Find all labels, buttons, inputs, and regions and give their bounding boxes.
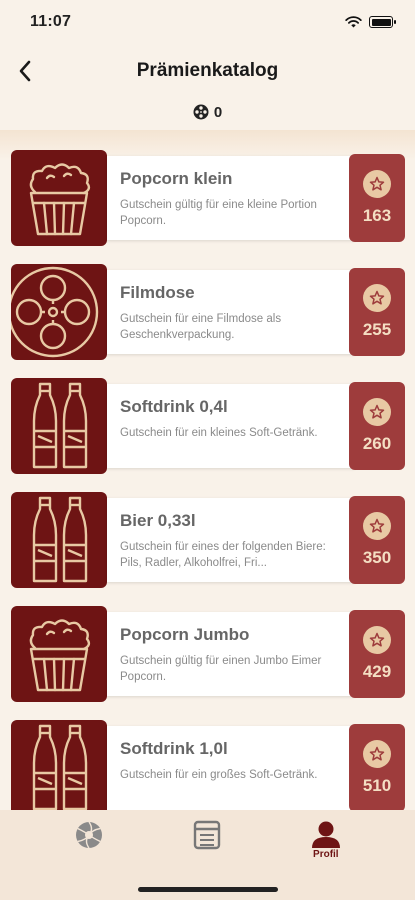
reward-price-badge[interactable]: 163 [349, 154, 405, 242]
star-icon [363, 170, 391, 198]
home-indicator [138, 887, 278, 892]
reward-price: 429 [362, 662, 392, 681]
reward-title: Popcorn klein [120, 169, 233, 188]
reward-price: 163 [362, 206, 392, 225]
list-icon [194, 820, 221, 850]
reward-image [11, 378, 107, 474]
reward-info: Softdrink 0,4l Gutschein für ein kleines… [107, 384, 355, 468]
star-icon [363, 284, 391, 312]
reward-image [11, 606, 107, 702]
reward-price: 510 [362, 776, 392, 795]
reward-price-badge[interactable]: 255 [349, 268, 405, 356]
reward-description: Gutschein für ein großes Soft-Getränk. [120, 769, 318, 781]
reward-title: Softdrink 1,0l [120, 739, 228, 758]
reward-info: Popcorn klein Gutschein gültig für eine … [107, 156, 355, 240]
reward-image [11, 264, 107, 360]
tab-label: Profil [313, 849, 339, 860]
reward-description: Gutschein für eines der folgenden Biere:… [120, 541, 326, 569]
nav-bar: Prämienkatalog [0, 48, 415, 94]
reward-description: Gutschein gültig für eine kleine Portion… [120, 199, 317, 227]
star-icon [363, 398, 391, 426]
reward-image [11, 492, 107, 588]
reward-info: Softdrink 1,0l Gutschein für ein großes … [107, 726, 355, 810]
rewards-list[interactable]: Popcorn klein Gutschein gültig für eine … [0, 130, 415, 810]
reward-card[interactable]: Bier 0,33l Gutschein für eines der folge… [11, 492, 405, 588]
status-bar: 11:07 [0, 0, 415, 44]
status-time: 11:07 [30, 13, 72, 30]
back-button[interactable] [8, 54, 42, 88]
page-title: Prämienkatalog [136, 60, 279, 81]
battery-icon [369, 16, 396, 28]
tab-profil[interactable]: Profil [286, 810, 366, 900]
film-reel-icon [11, 266, 99, 358]
tab-aperture[interactable] [49, 810, 129, 900]
popcorn-icon [29, 163, 91, 236]
reward-price-badge[interactable]: 260 [349, 382, 405, 470]
star-icon [363, 626, 391, 654]
tab-bar: Profil [0, 810, 415, 900]
reward-image [11, 720, 107, 810]
star-icon [363, 740, 391, 768]
reward-info: Filmdose Gutschein für eine Filmdose als… [107, 270, 355, 354]
reward-price: 350 [362, 548, 392, 567]
reward-price-badge[interactable]: 350 [349, 496, 405, 584]
reward-card[interactable]: Popcorn klein Gutschein gültig für eine … [11, 150, 405, 246]
reward-card[interactable]: Filmdose Gutschein für eine Filmdose als… [11, 264, 405, 360]
points-balance: 0 [0, 100, 415, 124]
reward-title: Popcorn Jumbo [120, 625, 250, 644]
reward-description: Gutschein gültig für einen Jumbo Eimer P… [120, 655, 322, 683]
status-icons [345, 16, 396, 28]
reward-price-badge[interactable]: 510 [349, 724, 405, 810]
popcorn-icon [29, 619, 91, 692]
reward-description: Gutschein für ein kleines Soft-Getränk. [120, 427, 318, 439]
reward-title: Softdrink 0,4l [120, 397, 228, 416]
chevron-left-icon [19, 60, 31, 82]
aperture-icon [76, 821, 103, 849]
reward-card[interactable]: Popcorn Jumbo Gutschein gültig für einen… [11, 606, 405, 702]
reward-price-badge[interactable]: 429 [349, 610, 405, 698]
points-value: 0 [213, 103, 223, 121]
wifi-icon [345, 16, 362, 28]
reward-title: Filmdose [120, 283, 195, 302]
bottles-icon [32, 724, 88, 810]
reward-description: Gutschein für eine Filmdose als Geschenk… [120, 313, 282, 341]
star-icon [363, 512, 391, 540]
bottles-icon [32, 382, 88, 469]
reward-title: Bier 0,33l [120, 511, 196, 530]
reward-info: Bier 0,33l Gutschein für eines der folge… [107, 498, 355, 582]
user-icon [311, 821, 340, 848]
film-reel-icon [193, 104, 209, 120]
reward-info: Popcorn Jumbo Gutschein gültig für einen… [107, 612, 355, 696]
reward-image [11, 150, 107, 246]
reward-price: 260 [362, 434, 392, 453]
bottles-icon [32, 496, 88, 583]
reward-price: 255 [362, 320, 392, 339]
reward-card[interactable]: Softdrink 0,4l Gutschein für ein kleines… [11, 378, 405, 474]
reward-card[interactable]: Softdrink 1,0l Gutschein für ein großes … [11, 720, 405, 810]
